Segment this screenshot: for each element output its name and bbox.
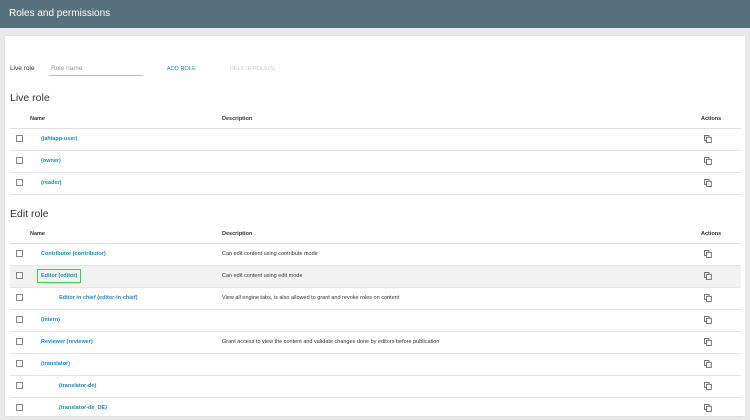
table-row: (reader) [10, 173, 741, 195]
copy-icon[interactable] [704, 157, 712, 165]
delete-roles-button[interactable]: DELETE ROLE(S) [230, 66, 275, 72]
table-header: Name Description Actions [10, 109, 741, 129]
role-name-link[interactable]: (reader) [41, 180, 61, 186]
role-name-link[interactable]: Editor (editor) [36, 269, 82, 283]
role-type-label: Live role [10, 65, 35, 72]
role-description: Can edit content using edit mode [222, 273, 303, 279]
table-row: Editor (editor) Can edit content using ed… [10, 266, 741, 288]
row-checkbox[interactable] [16, 135, 23, 142]
copy-icon[interactable] [704, 135, 712, 143]
column-name-header: Name [30, 116, 45, 122]
table-row: (translator-de) [10, 376, 741, 398]
table-row: (intern) [10, 310, 741, 332]
table-row: (owner) [10, 151, 741, 173]
column-description-header: Description [222, 116, 253, 122]
row-checkbox[interactable] [16, 316, 23, 323]
role-name-link[interactable]: (owner) [41, 158, 61, 164]
copy-icon[interactable] [704, 404, 712, 412]
role-name-link[interactable]: (intern) [41, 317, 60, 323]
role-name-input[interactable] [49, 62, 143, 76]
copy-icon[interactable] [704, 294, 712, 302]
table-row: Reviewer (reviewer) Grant access to view … [10, 332, 741, 354]
column-actions-header: Actions [701, 116, 722, 122]
edit-role-heading: Edit role [10, 208, 49, 220]
table-row: Editor in chief (editor-in-chief) View al… [10, 288, 741, 310]
role-description: Can edit content using contribute mode [222, 251, 318, 257]
row-checkbox[interactable] [16, 338, 23, 345]
app-header: Roles and permissions [0, 0, 750, 28]
copy-icon[interactable] [704, 338, 712, 346]
app-title: Roles and permissions [9, 8, 111, 19]
row-checkbox[interactable] [16, 157, 23, 164]
row-checkbox[interactable] [16, 294, 23, 301]
table-row: Contributor (contributor) Can edit conten… [10, 244, 741, 266]
role-name-link[interactable]: (jahiapp-user) [41, 136, 77, 142]
column-actions-header: Actions [701, 231, 722, 237]
role-description: View all engine tabs, is also allowed to… [222, 295, 400, 301]
add-role-button[interactable]: ADD ROLE [167, 66, 196, 72]
live-roles-table: Name Description Actions (jahiapp-user) (… [10, 109, 741, 195]
copy-icon[interactable] [704, 250, 712, 258]
copy-icon[interactable] [704, 179, 712, 187]
role-name-link[interactable]: Contributor (contributor) [41, 251, 106, 257]
column-name-header: Name [30, 231, 45, 237]
row-checkbox[interactable] [16, 404, 23, 411]
row-checkbox[interactable] [16, 272, 23, 279]
copy-icon[interactable] [704, 382, 712, 390]
row-checkbox[interactable] [16, 360, 23, 367]
role-name-link[interactable]: (translator-de_DE) [59, 405, 107, 411]
row-checkbox[interactable] [16, 250, 23, 257]
row-checkbox[interactable] [16, 382, 23, 389]
role-description: Grant access to view the content and val… [222, 339, 440, 345]
roles-panel: Live role ADD ROLE DELETE ROLE(S) Live r… [5, 36, 745, 420]
role-name-link[interactable]: Editor in chief (editor-in-chief) [59, 295, 138, 301]
live-role-heading: Live role [10, 92, 50, 104]
role-name-link[interactable]: (translator) [41, 361, 70, 367]
copy-icon[interactable] [704, 316, 712, 324]
column-description-header: Description [222, 231, 253, 237]
edit-roles-table: Name Description Actions Contributor (co… [10, 224, 741, 420]
table-row: (jahiapp-user) [10, 129, 741, 151]
table-header: Name Description Actions [10, 224, 741, 244]
table-row: (translator-de_DE) [10, 398, 741, 420]
copy-icon[interactable] [704, 272, 712, 280]
role-name-link[interactable]: (translator-de) [59, 383, 96, 389]
copy-icon[interactable] [704, 360, 712, 368]
table-row: (translator) [10, 354, 741, 376]
role-name-link[interactable]: Reviewer (reviewer) [41, 339, 93, 345]
row-checkbox[interactable] [16, 179, 23, 186]
